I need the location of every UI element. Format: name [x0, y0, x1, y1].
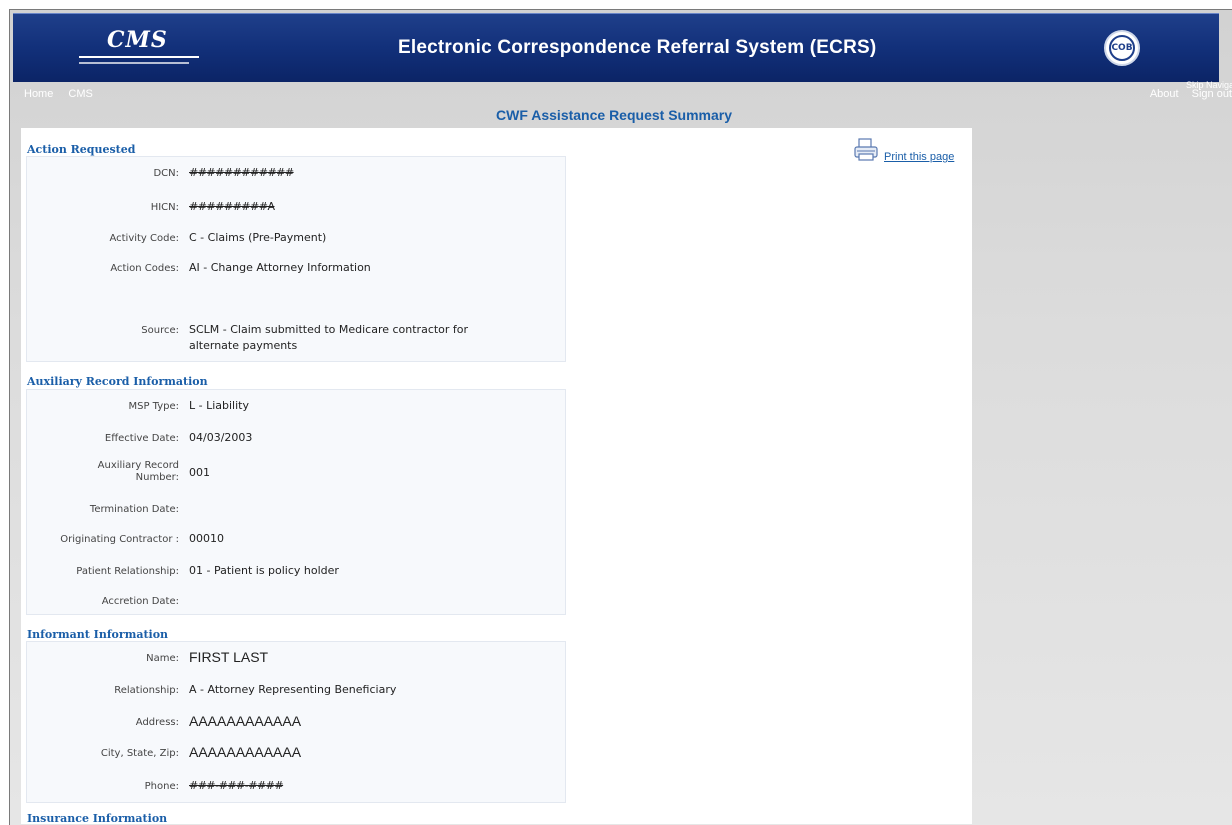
- informant-name-label: Name:: [146, 653, 179, 664]
- informant-name-value: FIRST LAST: [189, 649, 269, 665]
- hicn-label: HICN:: [150, 202, 179, 213]
- informant-address-value: AAAAAAAAAAAA: [189, 713, 302, 729]
- dcn-value: ############: [189, 166, 294, 179]
- logo-underline-secondary: [79, 62, 189, 64]
- aux-record-number-value: 001: [189, 466, 210, 479]
- originating-contractor-label: Originating Contractor :: [60, 534, 179, 545]
- section-title-action-requested: Action Requested: [27, 143, 136, 156]
- termination-date-label: Termination Date:: [89, 504, 179, 515]
- app-title: Electronic Correspondence Referral Syste…: [398, 37, 877, 58]
- app-header: CMS Electronic Correspondence Referral S…: [13, 13, 1219, 82]
- activity-code-label: Activity Code:: [109, 233, 179, 244]
- cms-logo[interactable]: CMS: [79, 27, 207, 72]
- effective-date-value: 04/03/2003: [189, 431, 253, 444]
- cob-seal-icon: COB: [1104, 30, 1140, 66]
- aux-record-number-label-line1: Auxiliary Record: [97, 460, 179, 471]
- informant-address-label: Address:: [135, 717, 179, 728]
- action-requested-panel: DCN: ############ HICN: #########A Activ…: [26, 156, 566, 362]
- aux-record-number-label-line2: Number:: [135, 472, 179, 483]
- nav-sign-out-link[interactable]: Sign out: [1192, 88, 1232, 100]
- informant-panel: Name: FIRST LAST Relationship: A - Attor…: [26, 641, 566, 803]
- logo-underline: [79, 56, 199, 58]
- section-title-auxiliary-record: Auxiliary Record Information: [27, 375, 208, 388]
- effective-date-label: Effective Date:: [104, 433, 179, 444]
- activity-code-value: C - Claims (Pre-Payment): [189, 231, 327, 244]
- source-label: Source:: [141, 325, 179, 336]
- nav-cms-link[interactable]: CMS: [68, 88, 92, 100]
- informant-phone-label: Phone:: [144, 781, 179, 792]
- nav-right: About Sign out: [1140, 88, 1232, 100]
- informant-city-label: City, State, Zip:: [100, 748, 179, 759]
- action-codes-label: Action Codes:: [110, 263, 179, 274]
- seal-text: COB: [1109, 35, 1135, 61]
- printer-icon[interactable]: [853, 137, 879, 163]
- msp-type-value: L - Liability: [189, 399, 249, 412]
- patient-relationship-value: 01 - Patient is policy holder: [189, 564, 339, 577]
- informant-relationship-value: A - Attorney Representing Beneficiary: [189, 683, 397, 696]
- informant-phone-value: ###-###-####: [189, 779, 284, 792]
- nav-left: Home CMS: [24, 88, 105, 100]
- section-title-insurance: Insurance Information: [27, 812, 168, 825]
- auxiliary-record-panel: MSP Type: L - Liability Effective Date: …: [26, 389, 566, 615]
- source-value-line2: alternate payments: [189, 339, 298, 352]
- informant-city-value: AAAAAAAAAAAA: [189, 744, 302, 760]
- patient-relationship-label: Patient Relationship:: [76, 566, 179, 577]
- action-codes-value: AI - Change Attorney Information: [189, 261, 371, 274]
- section-title-informant: Informant Information: [27, 628, 169, 641]
- informant-relationship-label: Relationship:: [114, 685, 179, 696]
- originating-contractor-value: 00010: [189, 532, 224, 545]
- msp-type-label: MSP Type:: [128, 401, 179, 412]
- nav-about-link[interactable]: About: [1150, 88, 1179, 100]
- accretion-date-label: Accretion Date:: [101, 596, 179, 607]
- source-value-line1: SCLM - Claim submitted to Medicare contr…: [189, 323, 469, 336]
- page-title: CWF Assistance Request Summary: [496, 107, 732, 123]
- dcn-label: DCN:: [153, 168, 179, 179]
- logo-text: CMS: [107, 27, 168, 53]
- print-page-link[interactable]: Print this page: [884, 151, 954, 163]
- nav-home-link[interactable]: Home: [24, 88, 53, 100]
- hicn-value: #########A: [189, 200, 275, 213]
